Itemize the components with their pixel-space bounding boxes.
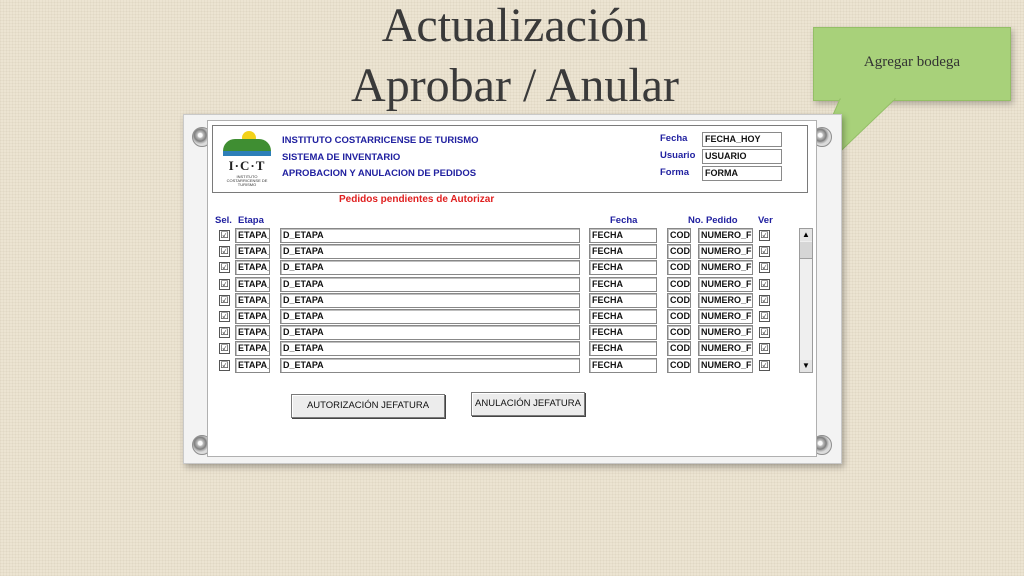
descripcion-etapa-field[interactable]: D_ETAPA bbox=[280, 276, 580, 292]
cod-field[interactable]: COD bbox=[667, 357, 691, 373]
fecha-field[interactable]: FECHA bbox=[589, 292, 657, 308]
table-row: ☑ ETAPA_ D_ETAPA FECHA COD NUMERO_F ☑ bbox=[208, 309, 816, 324]
numero-pedido-field[interactable]: NUMERO_F bbox=[698, 244, 753, 260]
etapa-field[interactable]: ETAPA_ bbox=[235, 309, 270, 324]
fecha-field[interactable]: FECHA bbox=[589, 341, 657, 357]
ver-checkbox[interactable]: ☑ bbox=[759, 343, 770, 355]
select-checkbox[interactable]: ☑ bbox=[219, 359, 230, 371]
descripcion-etapa-field[interactable]: D_ETAPA bbox=[280, 260, 580, 276]
numero-pedido-field[interactable]: NUMERO_F bbox=[698, 325, 753, 341]
numero-pedido-field[interactable]: NUMERO_F bbox=[698, 260, 753, 276]
descripcion-etapa-field[interactable]: D_ETAPA bbox=[280, 325, 580, 341]
table-row: ☑ ETAPA_ D_ETAPA FECHA COD NUMERO_F ☑ bbox=[208, 325, 816, 341]
numero-pedido-field[interactable]: NUMERO_F bbox=[698, 276, 753, 292]
etapa-field[interactable]: ETAPA_ bbox=[235, 292, 270, 308]
table-row: ☑ ETAPA_ D_ETAPA FECHA COD NUMERO_F ☑ bbox=[208, 276, 816, 292]
forma-field[interactable]: FORMA bbox=[702, 166, 782, 181]
table-row: ☑ ETAPA_ D_ETAPA FECHA COD NUMERO_F ☑ bbox=[208, 292, 816, 308]
etapa-field[interactable]: ETAPA_ bbox=[235, 357, 270, 373]
select-checkbox[interactable]: ☑ bbox=[219, 343, 230, 355]
cod-field[interactable]: COD bbox=[667, 276, 691, 292]
etapa-field[interactable]: ETAPA_ bbox=[235, 228, 270, 243]
etapa-field[interactable]: ETAPA_ bbox=[235, 325, 270, 341]
ver-checkbox[interactable]: ☑ bbox=[759, 230, 770, 241]
ver-checkbox[interactable]: ☑ bbox=[759, 246, 770, 258]
fecha-field[interactable]: FECHA bbox=[589, 276, 657, 292]
usuario-label: Usuario bbox=[660, 150, 696, 161]
select-checkbox[interactable]: ☑ bbox=[219, 246, 230, 258]
table-row: ☑ ETAPA_ D_ETAPA FECHA COD NUMERO_F ☑ bbox=[208, 357, 816, 373]
ver-checkbox[interactable]: ☑ bbox=[759, 262, 770, 274]
cod-field[interactable]: COD bbox=[667, 228, 691, 243]
anulacion-jefatura-button[interactable]: ANULACIÓN JEFATURA bbox=[471, 392, 585, 416]
scroll-down-icon[interactable]: ▼ bbox=[800, 360, 812, 372]
cod-field[interactable]: COD bbox=[667, 244, 691, 260]
descripcion-etapa-field[interactable]: D_ETAPA bbox=[280, 357, 580, 373]
fecha-field[interactable]: FECHA bbox=[589, 309, 657, 324]
cod-field[interactable]: COD bbox=[667, 292, 691, 308]
scroll-thumb[interactable] bbox=[800, 242, 812, 259]
fecha-field[interactable]: FECHA bbox=[589, 357, 657, 373]
form-header: I·C·T INSTITUTO COSTARRICENSE DE TURISMO… bbox=[212, 125, 808, 193]
ict-logo: I·C·T INSTITUTO COSTARRICENSE DE TURISMO bbox=[223, 131, 271, 187]
ver-checkbox[interactable]: ☑ bbox=[759, 294, 770, 306]
cod-field[interactable]: COD bbox=[667, 341, 691, 357]
usuario-field[interactable]: USUARIO bbox=[702, 149, 782, 164]
ver-checkbox[interactable]: ☑ bbox=[759, 278, 770, 290]
fecha-label: Fecha bbox=[660, 133, 688, 144]
select-checkbox[interactable]: ☑ bbox=[219, 278, 230, 290]
ver-checkbox[interactable]: ☑ bbox=[759, 359, 770, 371]
fecha-field[interactable]: FECHA bbox=[589, 260, 657, 276]
descripcion-etapa-field[interactable]: D_ETAPA bbox=[280, 228, 580, 243]
col-header-fecha: Fecha bbox=[610, 215, 638, 226]
descripcion-etapa-field[interactable]: D_ETAPA bbox=[280, 341, 580, 357]
etapa-field[interactable]: ETAPA_ bbox=[235, 260, 270, 276]
cod-field[interactable]: COD bbox=[667, 260, 691, 276]
etapa-field[interactable]: ETAPA_ bbox=[235, 276, 270, 292]
report-title: Pedidos pendientes de Autorizar bbox=[339, 194, 495, 205]
table-row: ☑ ETAPA_ D_ETAPA FECHA COD NUMERO_F ☑ bbox=[208, 228, 816, 243]
select-checkbox[interactable]: ☑ bbox=[219, 311, 230, 322]
fecha-field[interactable]: FECHA_HOY bbox=[702, 132, 782, 147]
table-row: ☑ ETAPA_ D_ETAPA FECHA COD NUMERO_F ☑ bbox=[208, 260, 816, 276]
etapa-field[interactable]: ETAPA_ bbox=[235, 244, 270, 260]
select-checkbox[interactable]: ☑ bbox=[219, 262, 230, 274]
autorizacion-jefatura-button[interactable]: AUTORIZACIÓN JEFATURA bbox=[291, 394, 445, 418]
etapa-field[interactable]: ETAPA_ bbox=[235, 341, 270, 357]
ver-checkbox[interactable]: ☑ bbox=[759, 327, 770, 339]
descripcion-etapa-field[interactable]: D_ETAPA bbox=[280, 292, 580, 308]
ver-checkbox[interactable]: ☑ bbox=[759, 311, 770, 322]
descripcion-etapa-field[interactable]: D_ETAPA bbox=[280, 309, 580, 324]
numero-pedido-field[interactable]: NUMERO_F bbox=[698, 309, 753, 324]
forma-label: Forma bbox=[660, 167, 690, 178]
screenshot-panel: I·C·T INSTITUTO COSTARRICENSE DE TURISMO… bbox=[183, 114, 842, 464]
numero-pedido-field[interactable]: NUMERO_F bbox=[698, 341, 753, 357]
fecha-field[interactable]: FECHA bbox=[589, 228, 657, 243]
scroll-up-icon[interactable]: ▲ bbox=[800, 229, 812, 241]
numero-pedido-field[interactable]: NUMERO_F bbox=[698, 228, 753, 243]
system-name: SISTEMA DE INVENTARIO bbox=[282, 152, 401, 163]
col-header-ver: Ver bbox=[758, 215, 773, 226]
col-header-sel: Sel. bbox=[215, 215, 232, 226]
fecha-field[interactable]: FECHA bbox=[589, 325, 657, 341]
col-header-no-pedido: No. Pedido bbox=[688, 215, 738, 226]
list-scrollbar[interactable]: ▲ ▼ bbox=[799, 228, 813, 373]
table-row: ☑ ETAPA_ D_ETAPA FECHA COD NUMERO_F ☑ bbox=[208, 244, 816, 260]
select-checkbox[interactable]: ☑ bbox=[219, 327, 230, 339]
cod-field[interactable]: COD bbox=[667, 325, 691, 341]
col-header-etapa: Etapa bbox=[238, 215, 264, 226]
org-name: INSTITUTO COSTARRICENSE DE TURISMO bbox=[282, 135, 479, 146]
select-checkbox[interactable]: ☑ bbox=[219, 294, 230, 306]
form-window: I·C·T INSTITUTO COSTARRICENSE DE TURISMO… bbox=[207, 120, 817, 457]
numero-pedido-field[interactable]: NUMERO_F bbox=[698, 357, 753, 373]
numero-pedido-field[interactable]: NUMERO_F bbox=[698, 292, 753, 308]
descripcion-etapa-field[interactable]: D_ETAPA bbox=[280, 244, 580, 260]
table-row: ☑ ETAPA_ D_ETAPA FECHA COD NUMERO_F ☑ bbox=[208, 341, 816, 357]
fecha-field[interactable]: FECHA bbox=[589, 244, 657, 260]
select-checkbox[interactable]: ☑ bbox=[219, 230, 230, 241]
cod-field[interactable]: COD bbox=[667, 309, 691, 324]
module-name: APROBACION Y ANULACION DE PEDIDOS bbox=[282, 168, 477, 179]
